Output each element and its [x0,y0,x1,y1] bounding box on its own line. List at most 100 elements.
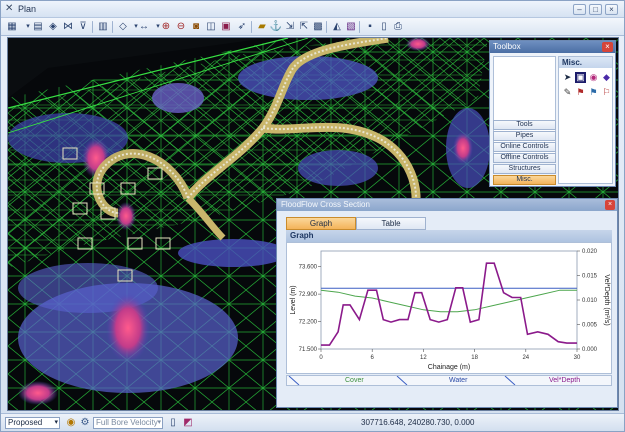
toolbar-separator [359,21,360,33]
chart-icon[interactable]: ▩ [311,20,325,34]
label-tool-icon[interactable]: ✎ [562,87,573,98]
toolbox-close-button[interactable]: × [602,42,613,52]
title-bar: ✕ Plan – □ × [1,1,624,18]
toolbar-separator [326,21,327,33]
anchor-icon[interactable]: ⚓ [269,20,283,34]
status-bar: Proposed ▾ ◉ ⚙ Full Bore Velocity ▾ ▯ ◩ 30… [1,413,624,431]
window-title: Plan [18,4,37,14]
toolbar-separator [92,21,93,33]
plot-area [320,250,578,350]
x-tick-label: 6 [371,355,375,361]
toolbox-tool-panel: Misc. ➤ ▣ ◉ ◆ ✎ ⚑ ⚑ ⚐ [558,56,613,184]
minimize-button[interactable]: – [573,4,586,15]
legend-icon[interactable]: ▯ [166,416,180,430]
y-tick-label: 72.900 [299,292,318,298]
colour-map-icon[interactable]: ◆ [601,72,612,83]
chart-legend: Cover Water Vel*Depth [286,375,612,386]
close-button[interactable]: × [605,4,618,15]
terrain-icon[interactable]: ◭ [330,20,344,34]
x-tick-label: 12 [420,355,427,361]
cross-section-window: FloodFlow Cross Section × Graph Table Gr… [276,198,618,408]
filter-icon[interactable]: ⊽ [76,20,90,34]
y-axis-label: Level (m) [290,285,297,314]
scenario-value: Proposed [8,418,43,427]
x-axis-label: Chainage (m) [428,364,470,371]
measure-icon[interactable]: ↔ [137,20,151,34]
select-arrow-icon[interactable]: ➤ [562,72,573,83]
colour-scale-icon[interactable]: ◩ [181,416,195,430]
y2-axis-label: Vel*Depth (m²/s) [603,274,610,325]
toolbox-category-offline-controls[interactable]: Offline Controls [493,153,556,163]
cross-section-close-button[interactable]: × [605,200,615,210]
settings-icon[interactable]: ⚙ [78,416,92,430]
network-icon[interactable]: ⋈ [61,20,75,34]
select-area-icon[interactable]: ▣ [575,72,586,83]
y2-tick-label: 0.015 [582,274,598,280]
y-tick-label: 71.500 [299,347,318,353]
import-icon[interactable]: ⇲ [283,20,297,34]
properties-icon[interactable]: ▤ [31,20,45,34]
toolbox-list [493,56,556,156]
pointer-tool-icon[interactable]: ➶ [235,20,249,34]
tab-table[interactable]: Table [356,217,426,230]
results-icon[interactable]: ◉ [64,416,78,430]
x-tick-label: 18 [471,355,478,361]
toolbar-separator [251,21,252,33]
open-folder-icon[interactable]: ▰ [255,20,269,34]
toolbox-title: Toolbox [490,41,615,53]
graph-panel-caption: Graph [286,230,612,242]
toolbox-category-structures[interactable]: Structures [493,164,556,174]
cross-section-chart: 0 6 12 18 24 30 71.500 72.200 72.900 73.600 0.000 0… [286,242,612,374]
flag-red-icon[interactable]: ⚑ [575,87,586,98]
series-vel-depth-line [321,262,577,346]
node-tool-icon[interactable]: ◇ [116,20,130,34]
cross-section-title: FloodFlow Cross Section [277,199,617,211]
zoom-out-icon[interactable]: ⊖ [174,20,188,34]
tab-graph[interactable]: Graph [286,217,356,230]
flag-delete-icon[interactable]: ⚐ [601,87,612,98]
y-tick-label: 72.200 [299,320,318,326]
tool-panel-caption: Misc. [559,57,612,68]
display-mode-value: Full Bore Velocity [96,418,158,427]
view-menu-icon[interactable]: ▦ [5,20,19,34]
display-mode-select[interactable]: Full Bore Velocity ▾ [93,417,163,429]
maximize-button[interactable]: □ [589,4,602,15]
plan-window: ✕ Plan – □ × ▦ ▾ ▤ ◈ ⋈ ⊽ ▥ ◇ ▾ ↔ ▾ ⊕ ⊖ ◙… [0,0,625,432]
save-icon[interactable]: ▪ [363,20,377,34]
toolbar-separator [112,21,113,33]
toolbox-category-tools[interactable]: Tools [493,120,556,130]
chevron-down-icon: ▾ [157,419,161,426]
y2-tick-label: 0.010 [582,298,598,304]
legend-vel-depth: Vel*Depth [549,377,581,384]
y2-tick-label: 0.000 [582,347,598,353]
print-icon[interactable]: ⎙ [391,20,405,34]
export-icon[interactable]: ⇱ [297,20,311,34]
x-tick-label: 0 [319,355,323,361]
toolbox-category-pipes[interactable]: Pipes [493,131,556,141]
cursor-coordinates: 307716.648, 240280.730, 0.000 [361,418,475,427]
highlight-icon[interactable]: ◉ [588,72,599,83]
toolbox-category-online-controls[interactable]: Online Controls [493,142,556,152]
x-tick-label: 30 [574,355,581,361]
cross-section-chart-svg: 0 6 12 18 24 30 71.500 72.200 72.900 73.600 0.000 0… [290,249,610,371]
chevron-down-icon: ▾ [54,419,58,426]
toolbox-panel: Toolbox × Misc. ➤ ▣ ◉ ◆ ✎ ⚑ ⚑ ⚐ Tools Pi… [489,40,616,187]
zoom-in-icon[interactable]: ⊕ [159,20,173,34]
cross-section-icon[interactable]: ◫ [204,20,218,34]
y2-tick-label: 0.020 [582,249,598,255]
layers-icon[interactable]: ◈ [46,20,60,34]
series-cover-line [320,289,577,313]
grid-icon[interactable]: ▥ [96,20,110,34]
report-icon[interactable]: ▧ [344,20,358,34]
y-tick-label: 73.600 [299,265,318,271]
new-document-icon[interactable]: ▯ [377,20,391,34]
toolbox-category-misc[interactable]: Misc. [493,175,556,185]
3d-view-icon[interactable]: ◙ [189,20,203,34]
plan-app-icon: ✕ [5,3,14,14]
long-section-icon[interactable]: ▣ [219,20,233,34]
flag-blue-icon[interactable]: ⚑ [588,87,599,98]
x-tick-label: 24 [522,355,529,361]
y2-tick-label: 0.005 [582,323,598,329]
main-toolbar: ▦ ▾ ▤ ◈ ⋈ ⊽ ▥ ◇ ▾ ↔ ▾ ⊕ ⊖ ◙ ◫ ▣ ➶ ▰ ⚓ ⇲ … [1,18,624,36]
scenario-select[interactable]: Proposed ▾ [5,417,60,429]
